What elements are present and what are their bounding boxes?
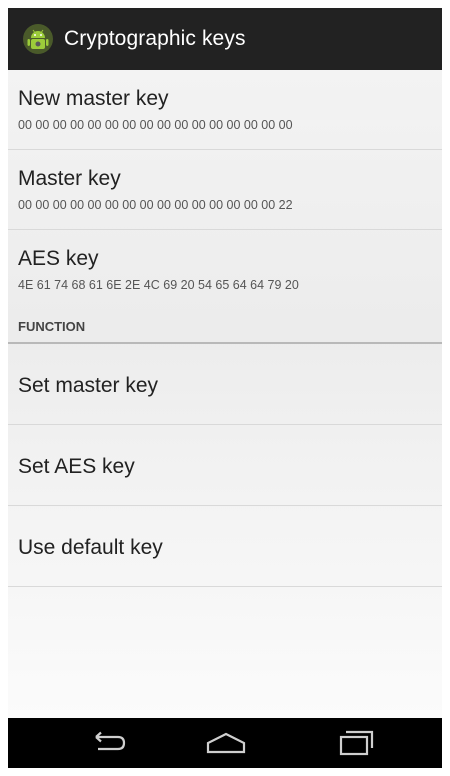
pref-summary: 4E 61 74 68 61 6E 2E 4C 69 20 54 65 64 6… bbox=[18, 278, 299, 292]
pref-title: Master key bbox=[18, 167, 121, 190]
recent-apps-button[interactable] bbox=[326, 726, 386, 760]
set-master-key-button[interactable]: Set master key bbox=[8, 344, 442, 425]
pref-new-master-key[interactable]: New master key 00 00 00 00 00 00 00 00 0… bbox=[8, 70, 442, 150]
home-button[interactable] bbox=[196, 726, 256, 760]
category-function: FUNCTION bbox=[8, 310, 442, 344]
pref-title: AES key bbox=[18, 247, 99, 270]
navigation-bar bbox=[8, 718, 442, 768]
preference-list: New master key 00 00 00 00 00 00 00 00 0… bbox=[8, 70, 442, 718]
home-icon bbox=[206, 732, 246, 754]
pref-master-key[interactable]: Master key 00 00 00 00 00 00 00 00 00 00… bbox=[8, 150, 442, 230]
back-icon bbox=[95, 731, 126, 751]
action-label: Use default key bbox=[18, 536, 163, 559]
pref-summary: 00 00 00 00 00 00 00 00 00 00 00 00 00 0… bbox=[18, 198, 293, 212]
set-aes-key-button[interactable]: Set AES key bbox=[8, 425, 442, 506]
android-app-icon[interactable] bbox=[22, 23, 54, 55]
pref-summary: 00 00 00 00 00 00 00 00 00 00 00 00 00 0… bbox=[18, 118, 293, 132]
use-default-key-button[interactable]: Use default key bbox=[8, 506, 442, 587]
phone-screen: Cryptographic keys New master key 00 00 … bbox=[8, 8, 442, 768]
page-title: Cryptographic keys bbox=[64, 27, 246, 50]
action-label: Set master key bbox=[18, 374, 159, 397]
category-title: FUNCTION bbox=[18, 319, 86, 334]
recent-apps-icon bbox=[339, 730, 374, 756]
pref-title: New master key bbox=[18, 87, 169, 110]
action-bar: Cryptographic keys bbox=[8, 8, 442, 70]
pref-aes-key[interactable]: AES key 4E 61 74 68 61 6E 2E 4C 69 20 54… bbox=[8, 230, 442, 310]
action-label: Set AES key bbox=[18, 455, 135, 478]
back-button[interactable] bbox=[78, 726, 138, 760]
